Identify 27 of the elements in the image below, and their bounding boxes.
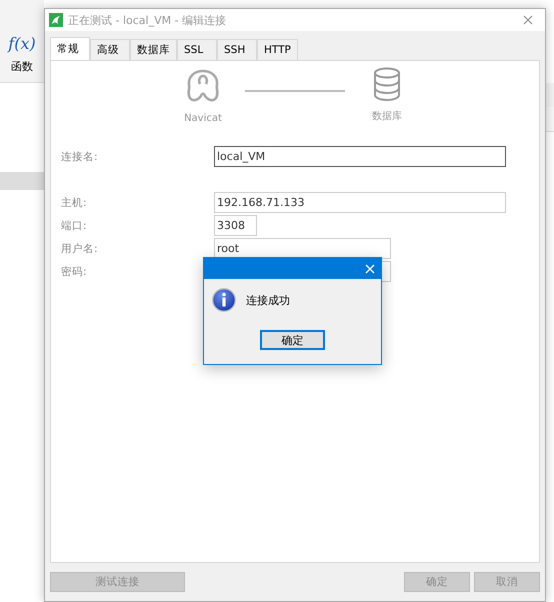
message-text: 连接成功 bbox=[246, 292, 290, 308]
input-field[interactable]: 192.168.71.133 bbox=[214, 192, 506, 213]
field-label: 用户名: bbox=[61, 242, 99, 256]
app-logo-icon bbox=[49, 13, 63, 27]
tab[interactable]: 常规 bbox=[50, 37, 90, 60]
field-label: 主机: bbox=[61, 196, 88, 210]
input-field[interactable]: local_VM bbox=[214, 146, 506, 167]
function-icon-text[interactable]: f(x) bbox=[8, 34, 36, 53]
input-field[interactable]: root bbox=[214, 238, 391, 259]
field-label: 密码: bbox=[61, 264, 88, 278]
tab[interactable]: 数据库 bbox=[130, 39, 177, 60]
field-label: 连接名: bbox=[61, 150, 99, 164]
navicat-label: Navicat bbox=[184, 113, 222, 124]
input-field[interactable]: 3308 bbox=[214, 215, 257, 236]
tab[interactable]: HTTP bbox=[257, 39, 298, 60]
tab[interactable]: SSH bbox=[217, 39, 257, 60]
window-title: 正在测试 - local_VM - 编辑连接 bbox=[68, 12, 228, 28]
database-label: 数据库 bbox=[372, 110, 402, 123]
info-icon bbox=[212, 288, 236, 312]
tab[interactable]: SSL bbox=[177, 39, 217, 60]
database-icon bbox=[373, 67, 401, 101]
function-label[interactable]: 函数 bbox=[11, 59, 33, 74]
selected-row bbox=[0, 172, 44, 190]
tab[interactable]: 高级 bbox=[90, 39, 130, 60]
field-label: 端口: bbox=[61, 218, 88, 232]
ok-button[interactable]: 确定 bbox=[260, 330, 325, 350]
close-icon[interactable] bbox=[523, 15, 533, 25]
